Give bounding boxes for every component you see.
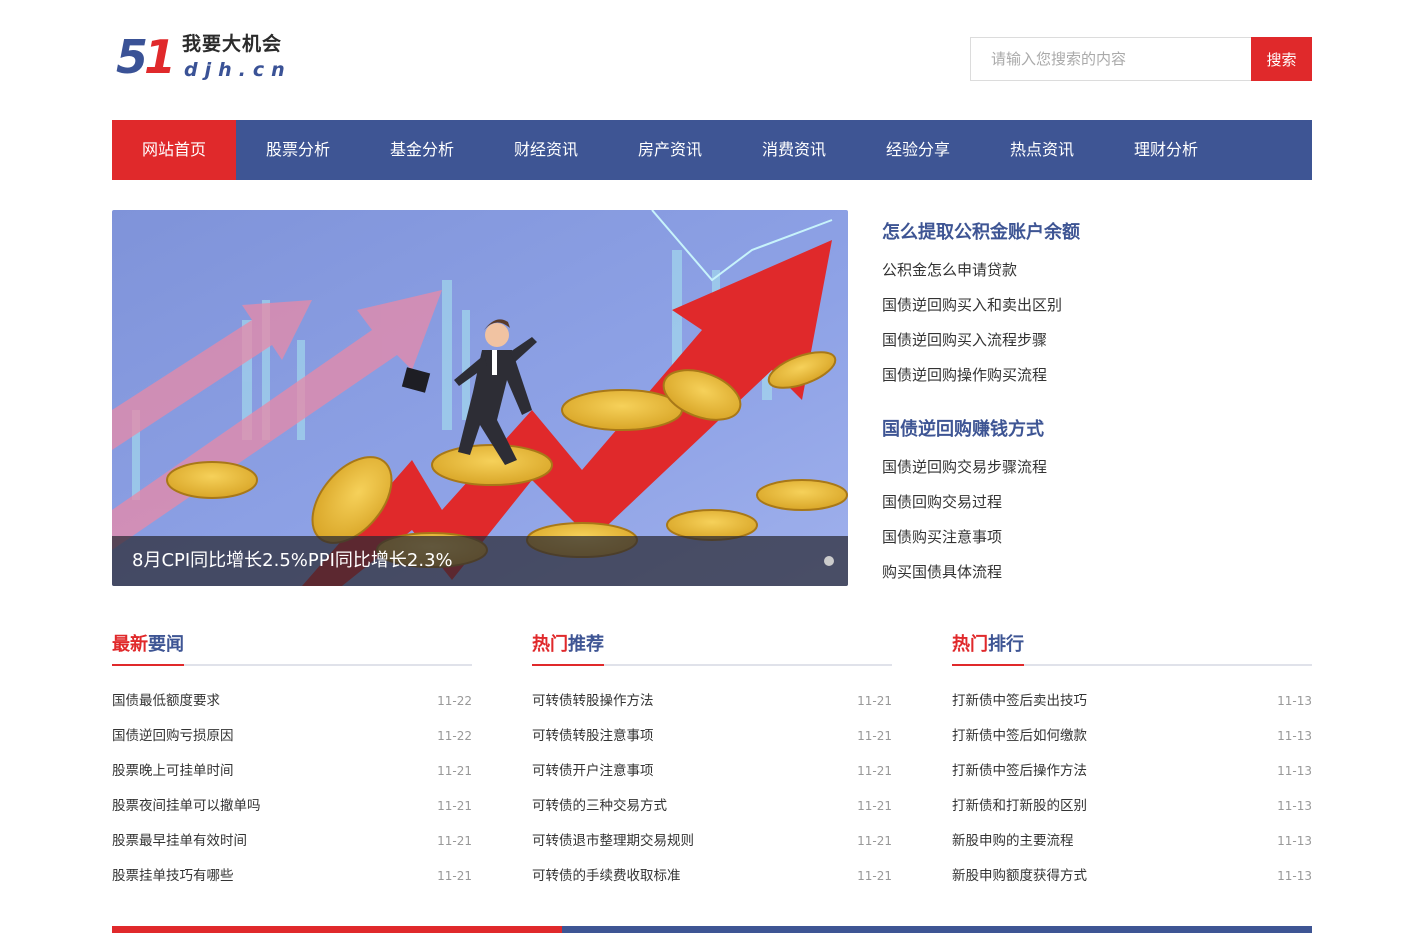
banner-image: [112, 210, 848, 586]
banner-caption[interactable]: 8月CPI同比增长2.5%PPI同比增长2.3%: [112, 536, 848, 586]
list-item[interactable]: 新股申购的主要流程 11-13: [952, 824, 1312, 859]
list-item[interactable]: 可转债的三种交易方式 11-21: [532, 789, 892, 824]
column-title: 最新要闻: [112, 634, 184, 655]
column-title-underline: [532, 664, 604, 666]
logo-chinese-text: 我要大机会: [182, 33, 283, 55]
featured-link[interactable]: 国债逆回购交易步骤流程: [882, 450, 1312, 485]
search-input[interactable]: [970, 37, 1252, 81]
featured-link[interactable]: 公积金怎么申请贷款: [882, 253, 1312, 288]
site-logo[interactable]: 51 我要大机会 djh.cn: [116, 30, 296, 86]
list-item[interactable]: 股票最早挂单有效时间 11-21: [112, 824, 472, 859]
hot-ranking-column: 热门排行 打新债中签后卖出技巧 11-13 打新债中签后如何缴款 11-13 打新债…: [952, 630, 1312, 894]
column-title: 热门推荐: [532, 634, 604, 655]
latest-news-column: 最新要闻 国债最低额度要求 11-22 国债逆回购亏损原因 11-22 股票晚上可挂…: [112, 630, 472, 894]
list-item[interactable]: 可转债开户注意事项 11-21: [532, 754, 892, 789]
list-item[interactable]: 股票晚上可挂单时间 11-21: [112, 754, 472, 789]
nav-item-wealth[interactable]: 理财分析: [1104, 120, 1228, 180]
featured-links: 怎么提取公积金账户余额 公积金怎么申请贷款 国债逆回购买入和卖出区别 国债逆回购…: [882, 218, 1312, 612]
list-item[interactable]: 打新债中签后操作方法 11-13: [952, 754, 1312, 789]
featured-link[interactable]: 国债逆回购买入和卖出区别: [882, 288, 1312, 323]
featured-link[interactable]: 国债逆回购买入流程步骤: [882, 323, 1312, 358]
list-item[interactable]: 可转债转股注意事项 11-21: [532, 719, 892, 754]
list-item[interactable]: 国债最低额度要求 11-22: [112, 684, 472, 719]
news-list: 打新债中签后卖出技巧 11-13 打新债中签后如何缴款 11-13 打新债中签后操作…: [952, 684, 1312, 894]
banner-pagination-dot[interactable]: [824, 556, 834, 566]
news-list: 可转债转股操作方法 11-21 可转债转股注意事项 11-21 可转债开户注意事项 1…: [532, 684, 892, 894]
featured-link[interactable]: 国债逆回购操作购买流程: [882, 358, 1312, 393]
featured-title[interactable]: 怎么提取公积金账户余额: [882, 218, 1312, 248]
nav-item-finance-news[interactable]: 财经资讯: [484, 120, 608, 180]
hot-recommend-column: 热门推荐 可转债转股操作方法 11-21 可转债转股注意事项 11-21 可转债开户…: [532, 630, 892, 894]
column-header: 最新要闻: [112, 630, 472, 666]
nav-item-real-estate[interactable]: 房产资讯: [608, 120, 732, 180]
search-button[interactable]: 搜索: [1251, 37, 1312, 81]
list-item[interactable]: 股票挂单技巧有哪些 11-21: [112, 859, 472, 894]
list-item[interactable]: 新股申购额度获得方式 11-13: [952, 859, 1312, 894]
column-title-underline: [952, 664, 1024, 666]
featured-group: 国债逆回购赚钱方式 国债逆回购交易步骤流程 国债回购交易过程 国债购买注意事项 …: [882, 415, 1312, 590]
nav-item-fund[interactable]: 基金分析: [360, 120, 484, 180]
news-list: 国债最低额度要求 11-22 国债逆回购亏损原因 11-22 股票晚上可挂单时间 11…: [112, 684, 472, 894]
featured-group: 怎么提取公积金账户余额 公积金怎么申请贷款 国债逆回购买入和卖出区别 国债逆回购…: [882, 218, 1312, 393]
list-item[interactable]: 可转债的手续费收取标准 11-21: [532, 859, 892, 894]
logo-mark: 51: [116, 30, 176, 84]
logo-domain-text: djh.cn: [184, 59, 292, 81]
nav-item-home[interactable]: 网站首页: [112, 120, 236, 180]
nav-item-hot[interactable]: 热点资讯: [980, 120, 1104, 180]
list-item[interactable]: 打新债和打新股的区别 11-13: [952, 789, 1312, 824]
column-header: 热门推荐: [532, 630, 892, 666]
list-item[interactable]: 打新债中签后如何缴款 11-13: [952, 719, 1312, 754]
column-header: 热门排行: [952, 630, 1312, 666]
featured-link[interactable]: 购买国债具体流程: [882, 555, 1312, 590]
featured-link[interactable]: 国债回购交易过程: [882, 485, 1312, 520]
search-box: 搜索: [970, 37, 1312, 81]
main-nav: 网站首页 股票分析 基金分析 财经资讯 房产资讯 消费资讯 经验分享 热点资讯 …: [112, 120, 1312, 180]
list-item[interactable]: 股票夜间挂单可以撤单吗 11-21: [112, 789, 472, 824]
list-item[interactable]: 可转债转股操作方法 11-21: [532, 684, 892, 719]
list-item[interactable]: 打新债中签后卖出技巧 11-13: [952, 684, 1312, 719]
column-title: 热门排行: [952, 634, 1024, 655]
featured-title[interactable]: 国债逆回购赚钱方式: [882, 415, 1312, 445]
column-title-underline: [112, 664, 184, 666]
featured-link[interactable]: 国债购买注意事项: [882, 520, 1312, 555]
list-item[interactable]: 可转债退市整理期交易规则 11-21: [532, 824, 892, 859]
banner-slider[interactable]: 8月CPI同比增长2.5%PPI同比增长2.3%: [112, 210, 848, 586]
list-item[interactable]: 国债逆回购亏损原因 11-22: [112, 719, 472, 754]
nav-item-stock[interactable]: 股票分析: [236, 120, 360, 180]
section-divider-bar: [112, 926, 1312, 933]
nav-item-consumer[interactable]: 消费资讯: [732, 120, 856, 180]
header: 51 我要大机会 djh.cn 搜索: [112, 30, 1312, 86]
nav-item-experience[interactable]: 经验分享: [856, 120, 980, 180]
